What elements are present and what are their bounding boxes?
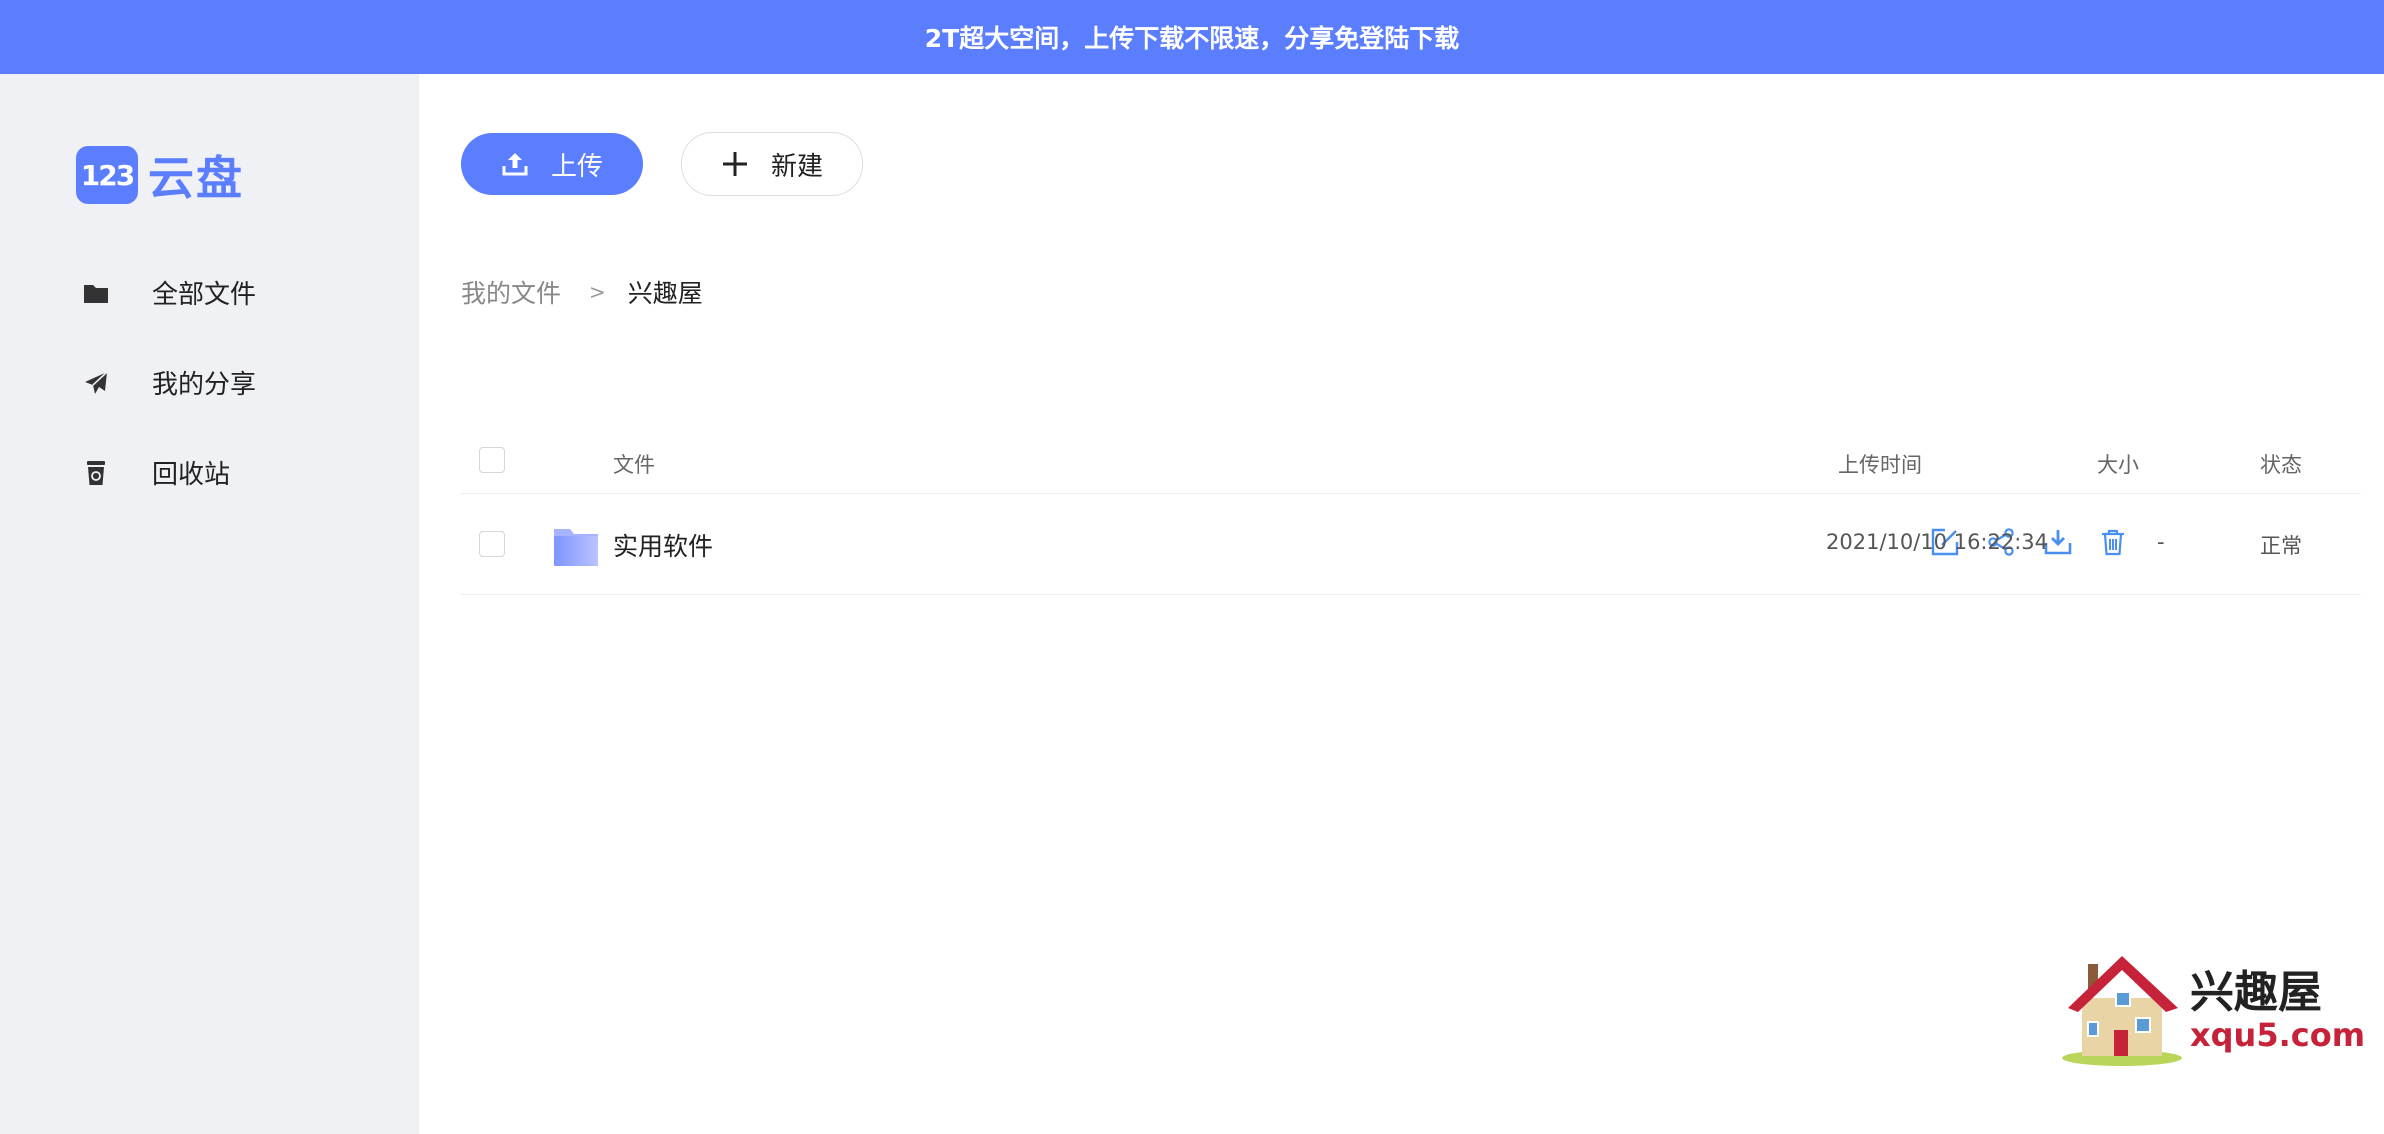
select-all-checkbox[interactable] [479,447,505,473]
delete-icon[interactable] [2095,524,2131,560]
sidebar-item-label: 全部文件 [152,280,257,310]
paper-plane-icon [80,367,112,399]
breadcrumb-current: 兴趣屋 [627,279,703,308]
sidebar-item-label: 回收站 [152,460,231,490]
row-checkbox[interactable] [479,531,505,557]
column-header-file: 文件 [613,453,655,477]
upload-icon [501,151,529,177]
sidebar-item-my-shares[interactable]: 我的分享 [80,364,256,401]
watermark-url: xqu5.com [2190,1016,2366,1054]
new-button-label: 新建 [770,151,823,182]
file-name[interactable]: 实用软件 [613,527,713,563]
app-logo[interactable]: 123 云盘 [76,142,244,208]
sidebar: 123 云盘 全部文件 我的分享 回收站 [0,74,419,1134]
promo-banner: 2T超大空间，上传下载不限速，分享免登陆下载 [0,0,2384,74]
upload-time: 2021/10/10 16:22:34 [1826,530,2049,554]
house-logo-icon [2062,956,2182,1066]
breadcrumb-root[interactable]: 我的文件 [461,274,561,310]
watermark: 兴趣屋 xqu5.com [2060,950,2365,1070]
upload-button-label: 上传 [550,151,603,182]
upload-button[interactable]: 上传 [461,133,643,195]
file-status: 正常 [2260,534,2302,558]
breadcrumb: 我的文件 > 兴趣屋 [461,274,703,310]
column-header-size: 大小 [2097,453,2139,477]
column-header-upload-time: 上传时间 [1838,453,1922,477]
folder-icon [80,277,112,309]
watermark-title: 兴趣屋 [2190,967,2322,1018]
new-button[interactable]: 新建 [681,132,863,196]
logo-badge: 123 [76,146,138,204]
file-size: - [2157,530,2165,554]
breadcrumb-separator: > [589,280,606,304]
promo-banner-text: 2T超大空间，上传下载不限速，分享免登陆下载 [924,24,1460,53]
column-header-status: 状态 [2260,453,2302,477]
plus-icon [721,150,749,178]
table-header: 文件 上传时间 大小 状态 [461,427,2361,494]
sidebar-item-label: 我的分享 [152,370,257,400]
sidebar-item-recycle-bin[interactable]: 回收站 [80,454,230,491]
folder-icon [553,527,599,572]
recycle-bin-icon [80,457,112,489]
logo-text: 云盘 [148,151,244,205]
table-row[interactable]: 实用软件 2021/10/10 16:22:34 - 正常 [461,494,2361,595]
sidebar-item-all-files[interactable]: 全部文件 [80,274,256,311]
